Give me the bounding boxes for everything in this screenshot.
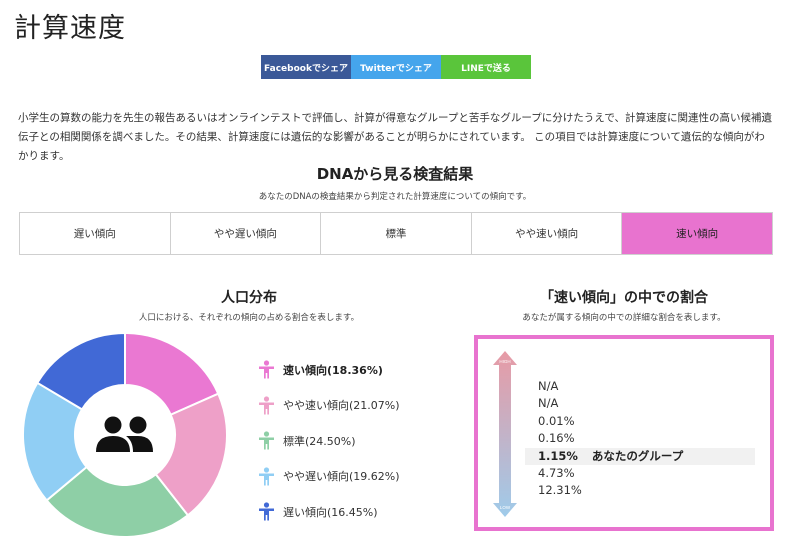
ratio-value: 0.01% xyxy=(538,413,575,428)
page-title: 計算速度 xyxy=(14,13,126,44)
person-icon xyxy=(259,431,274,450)
twitter-share-button[interactable]: Twitterでシェア xyxy=(351,55,441,79)
person-icon xyxy=(259,467,274,486)
level-cell-slow: 遅い傾向 xyxy=(20,213,171,254)
level-cell-somewhat-slow: やや遅い傾向 xyxy=(171,213,322,254)
legend-item-somewhat-slow: やや遅い傾向(19.62%) xyxy=(258,459,400,495)
high-low-gauge: HIGH LOW xyxy=(493,351,517,517)
dna-result-title: DNAから見る検査結果 xyxy=(316,165,474,183)
ratio-list: N/A N/A 0.01% 0.16% 1.15% あなたのグループ 4.73% … xyxy=(525,378,755,500)
level-cell-standard: 標準 xyxy=(321,213,472,254)
ratio-title: 「速い傾向」の中での割合 xyxy=(540,290,708,306)
ratio-row: 4.73% xyxy=(525,465,755,482)
facebook-share-button[interactable]: Facebookでシェア xyxy=(261,55,351,79)
ratio-subtitle: あなたが属する傾向の中での詳細な割合を表します。 xyxy=(522,313,726,323)
ratio-row: 12.31% xyxy=(525,482,755,499)
tendency-level-bar: 遅い傾向 やや遅い傾向 標準 やや速い傾向 速い傾向 xyxy=(19,212,773,255)
description-text: 小学生の算数の能力を先生の報告あるいはオンラインテストで評価し、計算が得意なグル… xyxy=(18,112,773,162)
ratio-value: N/A xyxy=(538,379,559,393)
ratio-value: 0.16% xyxy=(538,431,575,446)
donut-hole xyxy=(75,385,175,485)
ratio-value: 1.15% xyxy=(538,448,578,463)
gauge-high-label: HIGH xyxy=(499,359,510,364)
gauge-arrow xyxy=(493,351,517,517)
legend-item-fast: 速い傾向(18.36%) xyxy=(258,352,400,388)
dna-result-subtitle: あなたのDNAの検査結果から判定された計算速度についての傾向です。 xyxy=(258,192,532,202)
population-title: 人口分布 xyxy=(221,290,277,306)
ratio-value: 4.73% xyxy=(538,465,575,480)
legend-item-standard: 標準(24.50%) xyxy=(258,423,400,459)
person-icon xyxy=(259,360,274,379)
person-icon xyxy=(259,396,274,415)
your-group-label: あなたのグループ xyxy=(591,448,684,463)
line-share-button[interactable]: LINEで送る xyxy=(441,55,531,79)
legend-label: やや遅い傾向(19.62%) xyxy=(283,470,400,484)
legend-label: 標準(24.50%) xyxy=(283,434,356,448)
legend-item-somewhat-fast: やや速い傾向(21.07%) xyxy=(258,388,400,424)
population-donut-chart xyxy=(22,332,228,538)
ratio-row: N/A xyxy=(525,395,755,412)
legend-item-slow: 遅い傾向(16.45%) xyxy=(258,494,400,530)
legend-label: 遅い傾向(16.45%) xyxy=(283,505,378,519)
ratio-value: N/A xyxy=(538,396,559,411)
ratio-row: 0.01% xyxy=(525,413,755,430)
population-subtitle: 人口における、それぞれの傾向の占める割合を表します。 xyxy=(138,313,360,323)
ratio-row-your-group: 1.15% あなたのグループ xyxy=(525,447,755,465)
ratio-row: N/A xyxy=(525,378,755,395)
level-cell-fast: 速い傾向 xyxy=(622,213,772,254)
level-cell-somewhat-fast: やや速い傾向 xyxy=(472,213,623,254)
population-legend: 速い傾向(18.36%) やや速い傾向(21.07%) 標準(24.50%) や… xyxy=(258,352,400,530)
legend-label: やや速い傾向(21.07%) xyxy=(283,399,400,413)
legend-label: 速い傾向(18.36%) xyxy=(283,363,383,377)
share-bar: Facebookでシェア Twitterでシェア LINEで送る xyxy=(261,55,531,79)
person-icon xyxy=(259,502,274,521)
ratio-value: 12.31% xyxy=(538,483,582,498)
gauge-low-label: LOW xyxy=(500,505,511,510)
ratio-row: 0.16% xyxy=(525,430,755,447)
